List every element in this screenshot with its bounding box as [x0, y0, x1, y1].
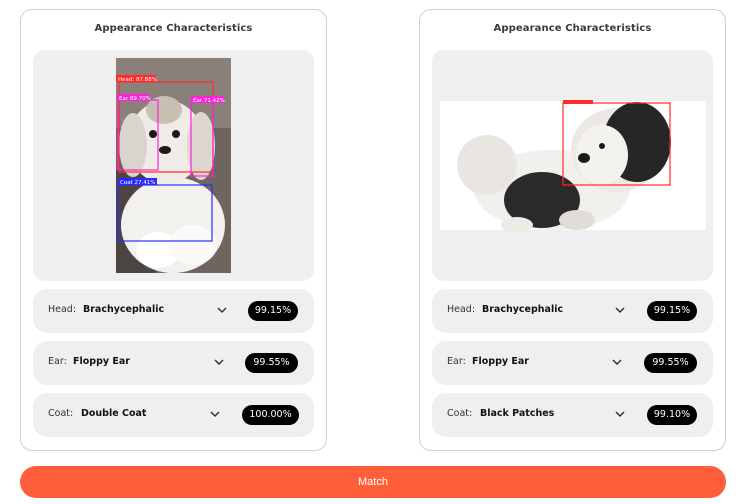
- coat-detection-label: Coat 27.41%: [120, 180, 155, 186]
- trait-label: Coat:: [447, 408, 473, 419]
- head-detection-label: Head: 87.88%: [118, 77, 157, 83]
- trait-label: Coat:: [48, 408, 74, 419]
- ear-left-detection-label: Ear 89.70%: [119, 96, 151, 102]
- left-dog-photo: Head: 87.88% Ear 89.70% Ear 71.42% Coat …: [116, 58, 231, 273]
- trait-value: Double Coat: [81, 408, 147, 419]
- match-button[interactable]: Match: [20, 466, 726, 498]
- chevron-down-icon[interactable]: [215, 303, 229, 317]
- left-panel-title: Appearance Characteristics: [94, 23, 253, 34]
- confidence-badge: 99.15%: [248, 301, 298, 321]
- left-image-container: Head: 87.88% Ear 89.70% Ear 71.42% Coat …: [33, 50, 314, 281]
- trait-label: Ear:: [48, 356, 67, 367]
- trait-value: Brachycephalic: [83, 304, 165, 315]
- chevron-down-icon[interactable]: [613, 303, 627, 317]
- chevron-down-icon[interactable]: [610, 355, 624, 369]
- right-characteristics-panel: Appearance Characteristics Head: Brachyc…: [419, 9, 726, 451]
- right-image-container: [432, 50, 713, 281]
- confidence-badge: 99.55%: [245, 353, 298, 373]
- right-head-trait-row[interactable]: Head: Brachycephalic 99.15%: [432, 289, 713, 333]
- trait-value: Black Patches: [480, 408, 555, 419]
- left-ear-trait-row[interactable]: Ear: Floppy Ear 99.55%: [33, 341, 314, 385]
- trait-label: Ear:: [447, 356, 466, 367]
- right-coat-trait-row[interactable]: Coat: Black Patches 99.10%: [432, 393, 713, 437]
- confidence-badge: 99.55%: [644, 353, 697, 373]
- chevron-down-icon[interactable]: [212, 355, 226, 369]
- trait-label: Head:: [48, 304, 77, 315]
- chevron-down-icon[interactable]: [208, 407, 222, 421]
- right-dog-photo: [440, 100, 706, 233]
- chevron-down-icon[interactable]: [613, 407, 627, 421]
- confidence-badge: 100.00%: [242, 405, 299, 425]
- trait-value: Brachycephalic: [482, 304, 564, 315]
- left-characteristics-panel: Appearance Characteristics Head: 87.88%: [20, 9, 327, 451]
- right-panel-title: Appearance Characteristics: [493, 23, 652, 34]
- right-ear-trait-row[interactable]: Ear: Floppy Ear 99.55%: [432, 341, 713, 385]
- trait-value: Floppy Ear: [472, 356, 529, 367]
- confidence-badge: 99.15%: [647, 301, 697, 321]
- left-head-trait-row[interactable]: Head: Brachycephalic 99.15%: [33, 289, 314, 333]
- trait-value: Floppy Ear: [73, 356, 130, 367]
- left-coat-trait-row[interactable]: Coat: Double Coat 100.00%: [33, 393, 314, 437]
- confidence-badge: 99.10%: [647, 405, 697, 425]
- trait-label: Head:: [447, 304, 476, 315]
- ear-right-detection-label: Ear 71.42%: [193, 98, 225, 104]
